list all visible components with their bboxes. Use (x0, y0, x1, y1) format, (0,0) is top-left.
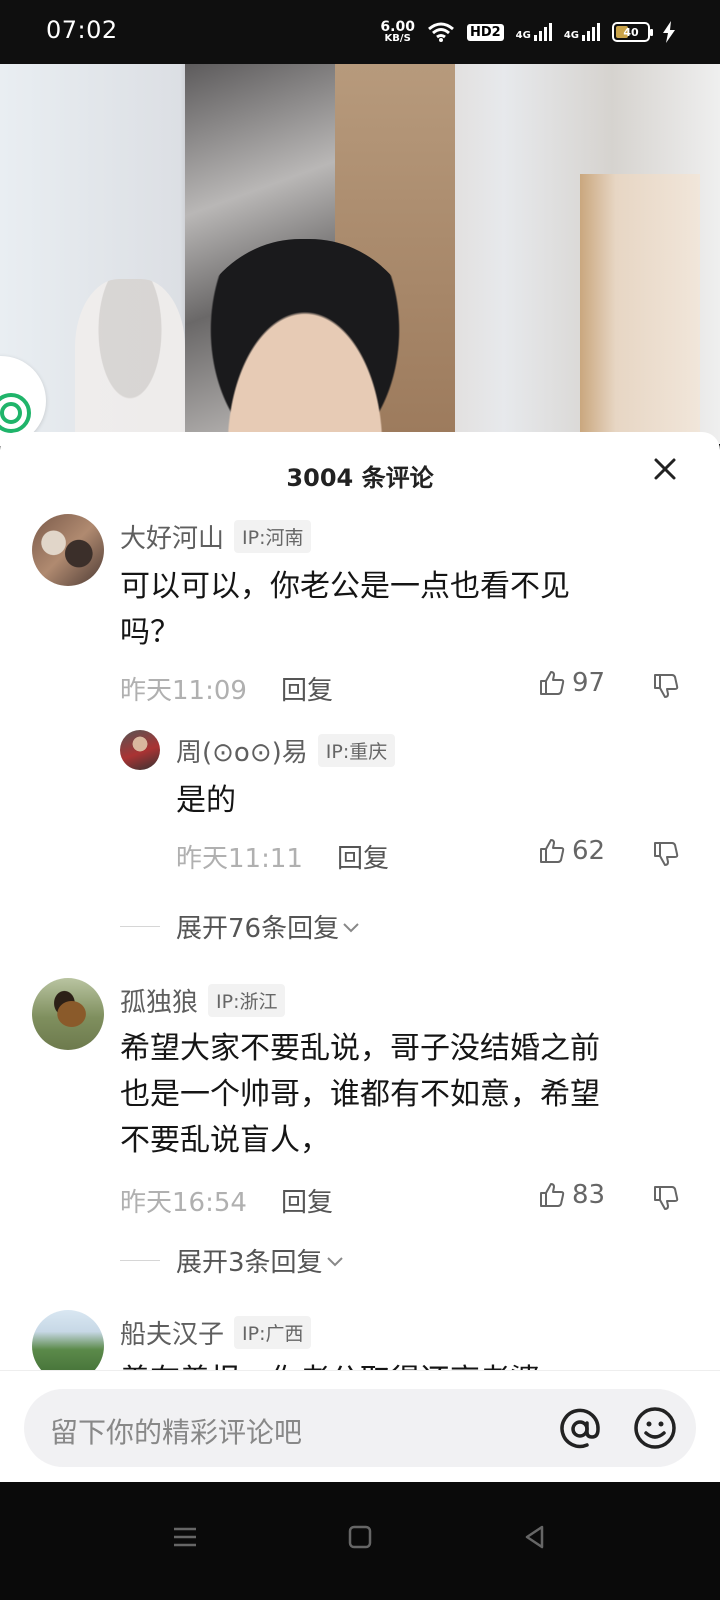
comment-input-bar: 留下你的精彩评论吧 (0, 1370, 720, 1482)
network-speed: 6.00 KB/S (380, 20, 415, 44)
like-button[interactable]: 83 (538, 1180, 605, 1210)
comment-text-line: 可以可以，你老公是一点也看不见 (120, 569, 570, 604)
status-icons: 6.00 KB/S HD2 4G 4G 40 (380, 14, 676, 50)
avatar[interactable] (32, 514, 104, 586)
expand-replies-button[interactable]: 展开76条回复 (120, 908, 363, 945)
comment-count-title: 3004 条评论 (286, 464, 434, 492)
ip-location-badge: IP:广西 (234, 1316, 312, 1349)
radar-icon (0, 393, 31, 433)
expand-replies-button[interactable]: 展开3条回复 (120, 1242, 347, 1279)
comment-header: 船夫汉子 IP:广西 (120, 1314, 312, 1351)
comment-meta: 昨天16:54 回复 (120, 1182, 333, 1219)
comment-text-line: 吗？ (120, 615, 180, 650)
home-icon[interactable] (345, 1522, 375, 1552)
reply-text[interactable]: 是的 (176, 778, 236, 824)
at-icon[interactable] (556, 1405, 604, 1453)
comment-input[interactable]: 留下你的精彩评论吧 (24, 1389, 696, 1467)
comment-text[interactable]: 可以可以，你老公是一点也看不见 吗？ (120, 564, 570, 656)
reply-header: 周(⊙o⊙)易 IP:重庆 (176, 732, 396, 769)
network-speed-value: 6.00 (380, 19, 415, 35)
reply-meta: 昨天11:11 回复 (176, 838, 389, 875)
reply-button[interactable]: 回复 (281, 670, 333, 707)
thumbs-down-icon[interactable] (652, 672, 680, 700)
charging-icon (663, 21, 675, 43)
avatar[interactable] (32, 978, 104, 1050)
comment-text[interactable]: 希望大家不要乱说，哥子没结婚之前 也是一个帅哥，谁都有不如意，希望 不要乱说盲人… (120, 1026, 600, 1164)
username[interactable]: 孤独狼 (120, 982, 198, 1019)
username[interactable]: 船夫汉子 (120, 1314, 224, 1351)
username[interactable]: 周(⊙o⊙)易 (176, 732, 308, 769)
battery-level: 40 (623, 25, 639, 39)
back-icon[interactable] (520, 1522, 550, 1552)
reply-time: 昨天11:11 (176, 844, 303, 874)
comment-time: 昨天16:54 (120, 1188, 247, 1218)
video-player[interactable] (0, 64, 720, 444)
hd-badge: HD2 (466, 23, 504, 41)
menu-icon[interactable] (170, 1522, 200, 1552)
status-time: 07:02 (46, 16, 118, 44)
system-navigation-bar (0, 1482, 720, 1600)
comment-header: 大好河山 IP:河南 (120, 518, 312, 555)
avatar[interactable] (120, 730, 160, 770)
username[interactable]: 大好河山 (120, 518, 224, 555)
chevron-down-icon (343, 922, 359, 932)
reply-button[interactable]: 回复 (281, 1182, 333, 1219)
like-count: 97 (572, 668, 606, 698)
like-count: 83 (572, 1180, 606, 1210)
status-bar: 07:02 6.00 KB/S HD2 4G 4G 40 (0, 0, 720, 64)
like-button[interactable]: 62 (538, 836, 605, 866)
ip-location-badge: IP:重庆 (317, 734, 396, 767)
comment-meta: 昨天11:09 回复 (120, 670, 333, 707)
divider (120, 926, 160, 927)
reply-button[interactable]: 回复 (337, 838, 389, 875)
thumbs-up-icon (540, 839, 565, 863)
comment-input-placeholder: 留下你的精彩评论吧 (50, 1416, 303, 1449)
chevron-down-icon (326, 1256, 343, 1266)
comment-sheet: 3004 条评论 大好河山 IP:河南 可以可以，你老公是一点也看不见 吗？ 昨… (0, 432, 720, 1482)
like-count: 62 (572, 836, 606, 866)
emoji-icon[interactable] (632, 1405, 678, 1451)
video-scene-window (580, 174, 700, 444)
video-scene-person (75, 279, 185, 444)
expand-replies-label: 展开3条回复 (176, 1248, 323, 1278)
signal-icon-2: 4G (564, 23, 600, 41)
ip-location-badge: IP:浙江 (208, 984, 286, 1017)
comment-time: 昨天11:09 (120, 676, 247, 706)
like-button[interactable]: 97 (538, 668, 605, 698)
expand-replies-label: 展开76条回复 (176, 914, 340, 944)
thumbs-up-icon (540, 1183, 565, 1207)
network-type-2: 4G (563, 30, 579, 41)
comment-text-line: 希望大家不要乱说，哥子没结婚之前 (120, 1031, 600, 1066)
thumbs-up-icon (540, 671, 565, 695)
comment-text-line: 也是一个帅哥，谁都有不如意，希望 (120, 1077, 600, 1112)
close-icon[interactable] (650, 454, 680, 484)
ip-location-badge: IP:河南 (234, 520, 312, 553)
comment-text-line: 不要乱说盲人， (120, 1123, 330, 1158)
network-type-1: 4G (515, 30, 531, 41)
divider (120, 1260, 160, 1261)
thumbs-down-icon[interactable] (652, 840, 680, 868)
signal-icon: 4G (516, 23, 552, 41)
comment-header: 孤独狼 IP:浙江 (120, 982, 286, 1019)
wifi-icon (427, 22, 454, 42)
battery-icon: 40 (612, 22, 653, 42)
network-speed-unit: KB/S (384, 33, 411, 44)
thumbs-down-icon[interactable] (652, 1184, 680, 1212)
